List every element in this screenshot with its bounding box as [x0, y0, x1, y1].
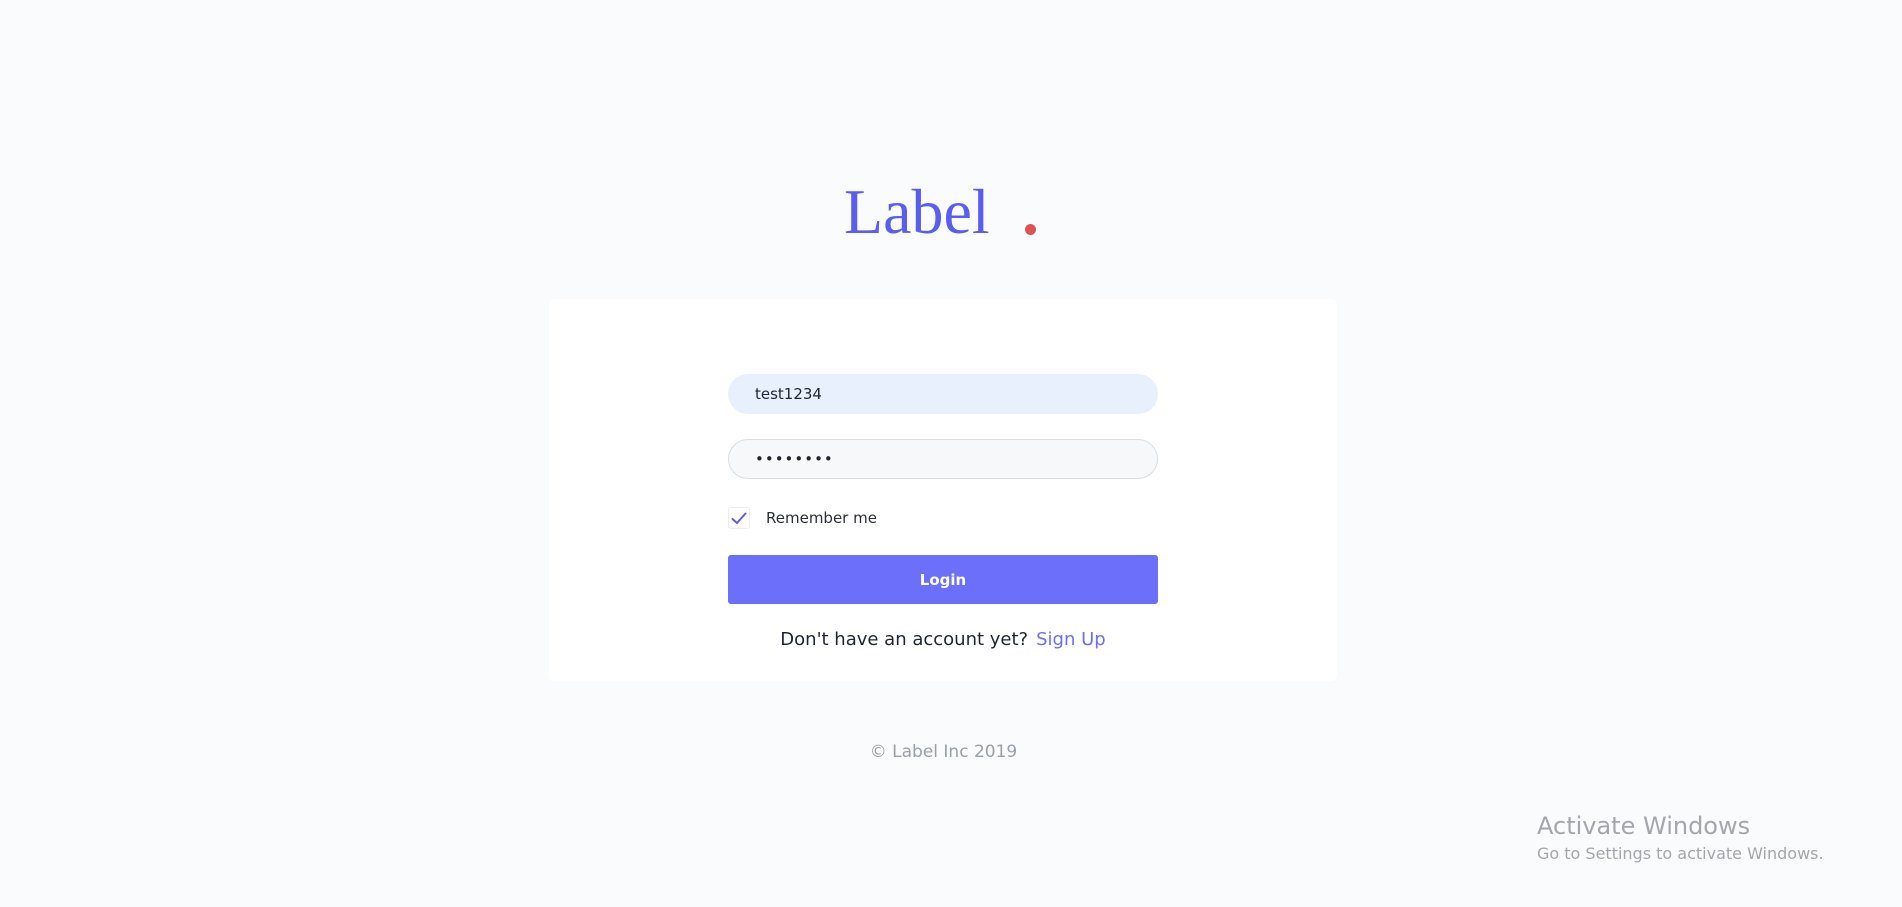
windows-activation-watermark: Activate Windows Go to Settings to activ…	[1537, 810, 1824, 866]
checkmark-icon	[731, 512, 747, 524]
login-button[interactable]: Login	[728, 555, 1158, 604]
remember-me-checkbox[interactable]	[728, 507, 750, 529]
login-card: Remember me Login Don't have an account …	[549, 299, 1337, 681]
signup-prompt-text: Don't have an account yet?	[780, 629, 1029, 650]
signup-link[interactable]: Sign Up	[1036, 629, 1106, 650]
signup-prompt-row: Don't have an account yet? Sign Up	[549, 629, 1337, 650]
watermark-subtitle: Go to Settings to activate Windows.	[1537, 844, 1824, 863]
brand-logo: Label	[844, 172, 1064, 252]
watermark-title: Activate Windows	[1537, 812, 1751, 840]
brand-dot-icon	[1025, 224, 1036, 235]
password-input[interactable]	[728, 439, 1158, 479]
footer-copyright: © Label Inc 2019	[869, 742, 1018, 762]
remember-me-row[interactable]: Remember me	[728, 507, 877, 529]
remember-me-label: Remember me	[766, 509, 877, 527]
brand-name: Label	[844, 176, 990, 247]
username-input[interactable]	[728, 374, 1158, 414]
